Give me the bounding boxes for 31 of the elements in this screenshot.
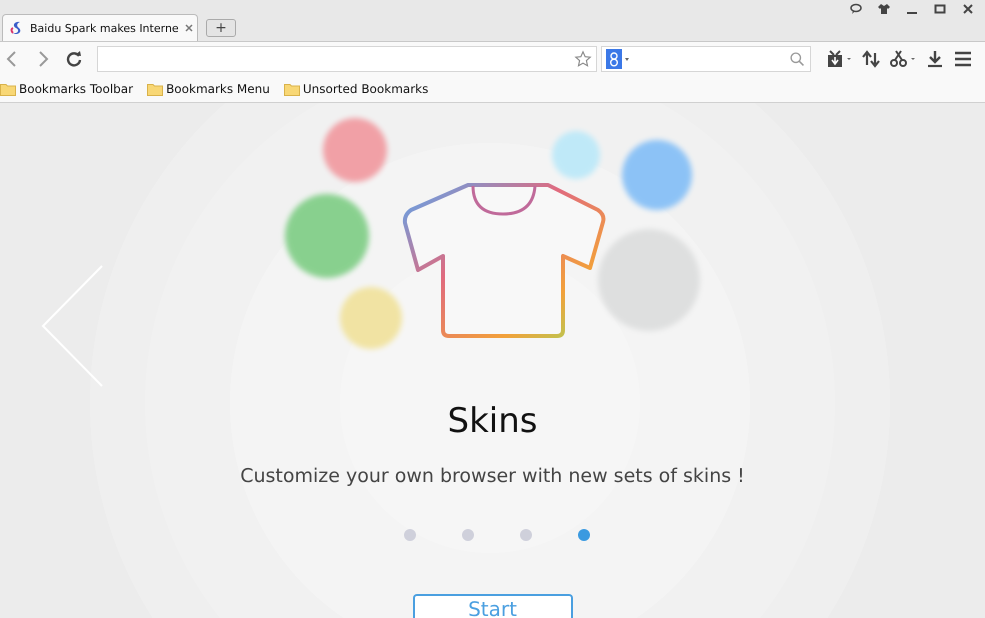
tab-title: Baidu Spark makes Interne [30,22,179,34]
search-engine-icon[interactable] [606,49,630,69]
address-field[interactable] [97,46,597,72]
new-tab-button[interactable]: + [206,19,236,37]
pager-dot[interactable] [404,529,416,541]
folder-icon [284,82,300,96]
maximize-icon[interactable] [933,2,947,16]
reload-icon[interactable] [64,49,84,69]
tv-download-icon[interactable] [825,49,853,69]
bookmark-folder[interactable]: Bookmarks Toolbar [0,82,134,96]
close-icon[interactable] [961,2,975,16]
up-down-arrows-icon[interactable] [861,49,881,69]
menu-icon[interactable] [953,49,973,69]
speech-bubble-icon[interactable] [849,2,863,16]
slide-title: Skins [448,400,538,443]
pager-dot[interactable] [462,529,474,541]
search-field[interactable] [601,46,811,72]
slide-description: Customize your own browser with new sets of skins ! [240,464,745,489]
bookmark-folder[interactable]: Unsorted Bookmarks [284,82,428,96]
pager-dot[interactable] [520,529,532,541]
browser-tab[interactable]: Baidu Spark makes Interne [2,14,198,41]
star-icon[interactable] [574,50,592,68]
folder-icon [0,82,16,96]
shirt-icon[interactable] [877,2,891,16]
scissors-icon[interactable] [889,49,917,69]
folder-icon [147,82,164,96]
bookmark-folder[interactable]: Bookmarks Menu [147,82,270,96]
pager-dot[interactable] [578,529,590,541]
download-icon[interactable] [925,49,945,69]
search-icon[interactable] [789,50,806,68]
close-icon[interactable] [184,23,194,33]
